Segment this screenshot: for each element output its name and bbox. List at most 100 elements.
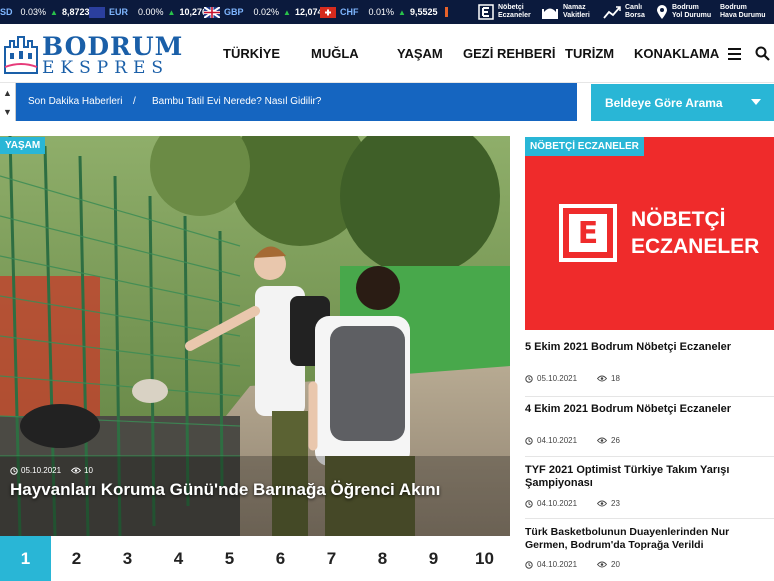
stock-chart-icon (603, 6, 621, 19)
news-title[interactable]: 5 Ekim 2021 Bodrum Nöbetçi Eczaneler (525, 341, 774, 354)
ticker-chf[interactable]: CHF 0.01% ▲ 9,5525 (320, 0, 449, 24)
ticker-eur[interactable]: EUR 0.00% ▲ 10,2760 (89, 0, 212, 24)
hero-title-link[interactable]: Hayvanları Koruma Günü'nde Barınağa Öğre… (10, 480, 505, 500)
breaking-label: Son Dakika Haberleri (28, 96, 123, 107)
nav-turkiye[interactable]: TÜRKİYE (223, 46, 280, 61)
page-button-4[interactable]: 4 (153, 536, 204, 581)
news-meta: 04.10.2021 20 (525, 560, 620, 569)
site-logo[interactable]: BODRUM EKSPRES (2, 29, 197, 78)
sidebar-news-item[interactable]: Türk Basketbolunun Duayenlerinden Nur Ge… (525, 526, 774, 576)
news-title[interactable]: Türk Basketbolunun Duayenlerinden Nur Ge… (525, 526, 774, 552)
pharmacy-link[interactable]: Nöbetçi Eczaneler (478, 0, 531, 24)
currency-code: EUR (109, 7, 129, 17)
currency-value: 9,5525 (409, 7, 438, 17)
mosque-icon (542, 8, 558, 19)
prayer-times-link[interactable]: Namaz Vakitleri (541, 0, 590, 24)
hero-pagination: 1 2 3 4 5 6 7 8 9 10 (0, 536, 510, 581)
town-search-dropdown[interactable]: Beldeye Göre Arama (591, 84, 774, 121)
castle-logo-icon (4, 36, 38, 74)
swiss-flag-icon (320, 6, 336, 18)
page-button-1[interactable]: 1 (0, 536, 51, 581)
breaking-headline-link[interactable]: Bambu Tatil Evi Nerede? Nasıl Gidilir? (152, 96, 321, 107)
live-stock-link[interactable]: Canlı Borsa (603, 0, 645, 24)
hero-date-wrap: 05.10.2021 (10, 466, 61, 475)
breaking-separator: / (133, 96, 136, 107)
nav-gezi-rehberi[interactable]: GEZİ REHBERİ (463, 46, 555, 61)
nav-turizm[interactable]: TURİZM (565, 46, 614, 61)
pharmacy-banner[interactable]: E NÖBETÇİ ECZANELER (525, 137, 774, 330)
service-line2: Borsa (625, 12, 645, 19)
page-button-10[interactable]: 10 (459, 536, 510, 581)
news-date: 04.10.2021 (537, 560, 578, 569)
currency-code: GBP (224, 7, 244, 17)
hero-views: 10 (84, 466, 93, 475)
up-arrow-icon: ▲ (50, 7, 58, 17)
news-views: 18 (611, 374, 620, 383)
news-meta: 04.10.2021 23 (525, 499, 620, 508)
search-icon[interactable] (755, 46, 770, 61)
page-button-5[interactable]: 5 (204, 536, 255, 581)
news-title[interactable]: TYF 2021 Optimist Türkiye Takım Yarışı Ş… (525, 464, 774, 490)
service-line2: Hava Durumu (720, 12, 766, 19)
currency-change: 0.00% (138, 7, 164, 17)
hamburger-menu-icon[interactable] (728, 48, 741, 60)
hero-category-badge[interactable]: YAŞAM (0, 137, 46, 154)
news-meta: 05.10.2021 18 (525, 374, 620, 383)
news-divider (525, 396, 774, 397)
service-line2: Yol Durumu (672, 12, 712, 19)
nav-mugla[interactable]: MUĞLA (311, 46, 359, 61)
prev-arrow-icon[interactable]: ▲ (0, 83, 15, 102)
pharmacy-logo-letter: E (569, 214, 607, 252)
news-divider (525, 518, 774, 519)
service-line1: Namaz (563, 4, 586, 11)
map-pin-icon (657, 5, 667, 19)
clock-icon (10, 466, 18, 475)
nav-konaklama[interactable]: KONAKLAMA (634, 46, 719, 61)
sidebar-news-item[interactable]: TYF 2021 Optimist Türkiye Takım Yarışı Ş… (525, 464, 774, 514)
ticker-usd[interactable]: SD 0.03% ▲ 8,8723 (0, 0, 90, 24)
breaking-arrows: ▲ ▼ (0, 83, 16, 121)
sidebar-news-item[interactable]: 5 Ekim 2021 Bodrum Nöbetçi Eczaneler 05.… (525, 341, 774, 391)
currency-change: 0.03% (20, 7, 47, 17)
eye-icon (597, 437, 608, 444)
town-search-label: Beldeye Göre Arama (605, 96, 723, 110)
news-views: 26 (611, 436, 620, 445)
news-meta: 04.10.2021 26 (525, 436, 620, 445)
eye-icon (597, 561, 608, 568)
eye-icon (597, 375, 608, 382)
news-date: 05.10.2021 (537, 374, 578, 383)
ticker-gbp[interactable]: GBP 0.02% ▲ 12,0745 (203, 0, 328, 24)
up-arrow-icon: ▲ (398, 7, 406, 17)
page-button-6[interactable]: 6 (255, 536, 306, 581)
news-date: 04.10.2021 (537, 499, 578, 508)
pharmacy-icon (478, 4, 494, 20)
next-arrow-icon[interactable]: ▼ (0, 102, 15, 121)
hero-meta: 05.10.2021 10 (10, 466, 93, 475)
sidebar-news-item[interactable]: 4 Ekim 2021 Bodrum Nöbetçi Eczaneler 04.… (525, 403, 774, 453)
up-arrow-icon: ▲ (283, 7, 291, 17)
page-button-7[interactable]: 7 (306, 536, 357, 581)
news-divider (525, 456, 774, 457)
service-line2: Vakitleri (563, 12, 590, 19)
dropdown-caret-icon (751, 99, 761, 105)
news-title[interactable]: 4 Ekim 2021 Bodrum Nöbetçi Eczaneler (525, 403, 774, 416)
page-button-3[interactable]: 3 (102, 536, 153, 581)
logo-text-bottom: EKSPRES (42, 58, 170, 78)
logo-text-top: BODRUM (42, 32, 184, 61)
page-button-8[interactable]: 8 (357, 536, 408, 581)
sidebar-category-badge[interactable]: NÖBETÇİ ECZANELER (525, 137, 644, 156)
page-button-9[interactable]: 9 (408, 536, 459, 581)
news-views: 23 (611, 499, 620, 508)
service-line1: Bodrum (720, 4, 747, 11)
service-line2: Eczaneler (498, 12, 531, 19)
ticker-divider (445, 7, 449, 17)
uk-flag-icon (203, 5, 221, 19)
page-button-2[interactable]: 2 (51, 536, 102, 581)
hero-image[interactable] (0, 136, 510, 536)
up-arrow-icon: ▲ (167, 7, 176, 17)
eu-flag-icon (89, 6, 105, 18)
nav-yasam[interactable]: YAŞAM (397, 46, 443, 61)
banner-line2: ECZANELER (631, 235, 760, 258)
weather-link[interactable]: Bodrum Hava Durumu (720, 0, 766, 24)
road-status-link[interactable]: Bodrum Yol Durumu (656, 0, 711, 24)
